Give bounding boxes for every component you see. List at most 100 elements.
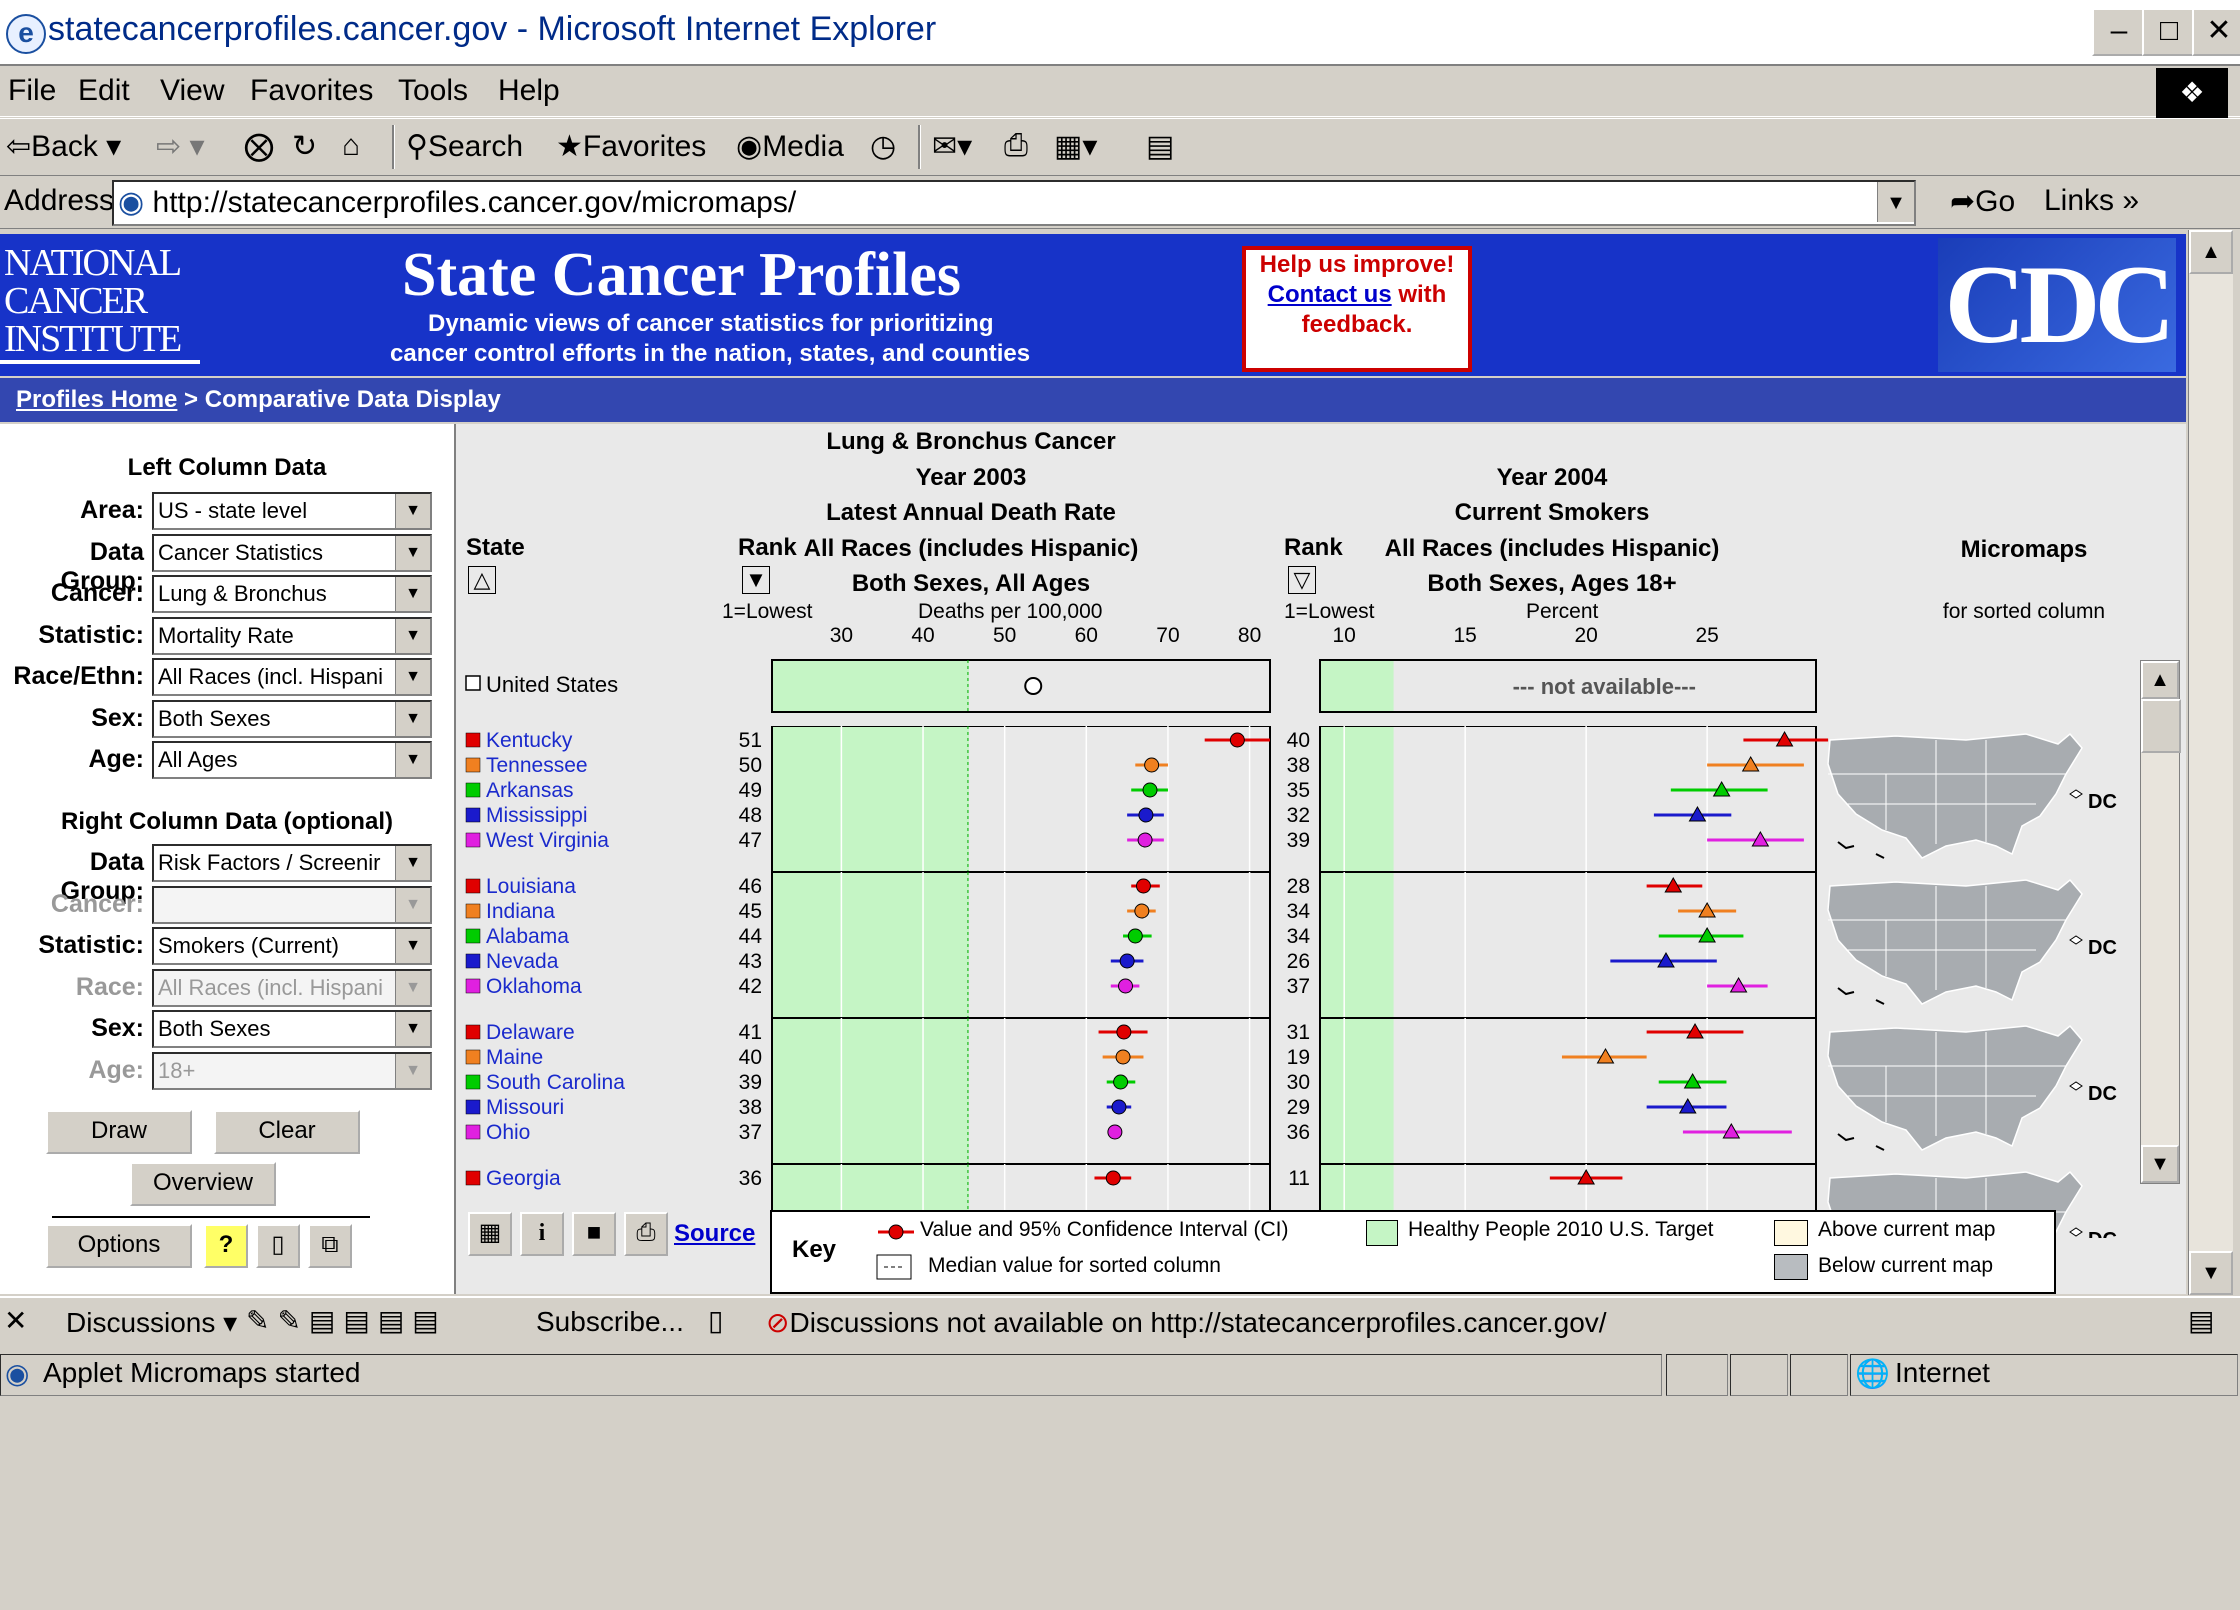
contact-us-link[interactable]: Contact us: [1268, 281, 1392, 308]
site-title: State Cancer Profiles: [402, 241, 961, 309]
left-rank-value: 41: [739, 1021, 762, 1044]
left-value-point: [1137, 832, 1153, 848]
clear-button[interactable]: Clear: [214, 1110, 360, 1154]
right-rank-value: 36: [1287, 1121, 1310, 1144]
sort-left-rank-icon[interactable]: ▼: [742, 566, 770, 594]
table-icon[interactable]: ▦: [468, 1212, 512, 1256]
field-select[interactable]: US - state level ▼: [152, 492, 432, 530]
print-icon[interactable]: ⎙: [1004, 129, 1028, 163]
save-icon[interactable]: ■: [572, 1212, 616, 1256]
media-button[interactable]: ◉Media: [736, 129, 844, 164]
ie-icon: e: [6, 14, 46, 54]
discussions-button[interactable]: Discussions ▾: [66, 1306, 237, 1339]
overview-button[interactable]: Overview: [130, 1162, 276, 1206]
us-map-shape: [1827, 878, 2083, 1005]
left-rank-value: 43: [739, 950, 762, 973]
source-link[interactable]: Source: [674, 1220, 755, 1248]
page-icon[interactable]: ▯: [256, 1224, 300, 1268]
plot-scroll-thumb[interactable]: [2141, 699, 2181, 753]
field-label: Race/Ethn:: [13, 662, 144, 690]
field-select[interactable]: Both Sexes ▼: [152, 699, 432, 738]
mail-icon[interactable]: ✉▾: [932, 129, 972, 164]
state-name: Georgia: [486, 1167, 561, 1190]
left-rank-value: 45: [739, 900, 762, 923]
links-button[interactable]: Links »: [2044, 184, 2139, 218]
address-url: http://statecancerprofiles.cancer.gov/mi…: [152, 186, 797, 219]
field-select[interactable]: Cancer Statistics ▼: [152, 533, 432, 572]
search-button[interactable]: ⚲Search: [406, 129, 523, 164]
field-select[interactable]: Lung & Bronchus ▼: [152, 575, 432, 613]
help-icon[interactable]: ?: [204, 1224, 248, 1268]
menu-tools[interactable]: Tools: [398, 74, 468, 108]
print-icon[interactable]: ⎙: [624, 1212, 668, 1256]
options-button[interactable]: Options: [46, 1224, 192, 1268]
plot-scrollbar[interactable]: ▲ ▼: [2140, 660, 2181, 1184]
left-value-point: [1134, 903, 1150, 919]
field-select[interactable]: Both Sexes ▼: [152, 1010, 432, 1048]
info-icon[interactable]: i: [520, 1212, 564, 1256]
left-value-point: [1119, 953, 1135, 969]
field-value: Mortality Rate: [158, 622, 294, 648]
nci-logo[interactable]: NATIONAL CANCER INSTITUTE: [0, 240, 210, 370]
left-tick-label: 50: [993, 624, 1016, 647]
maximize-button[interactable]: □: [2142, 8, 2196, 56]
state-color-chip: [465, 757, 481, 773]
state-name: Alabama: [486, 925, 569, 948]
field-select[interactable]: Smokers (Current) ▼: [152, 927, 432, 965]
draw-button[interactable]: Draw: [46, 1110, 192, 1154]
close-button[interactable]: ✕: [2192, 8, 2240, 56]
dc-label: DC: [2088, 791, 2117, 813]
plot-scroll-up-icon[interactable]: ▲: [2141, 661, 2179, 699]
subscribe-button[interactable]: Subscribe...: [536, 1306, 684, 1338]
address-input[interactable]: ◉ http://statecancerprofiles.cancer.gov/…: [112, 180, 1916, 226]
left-rank-value: 40: [739, 1046, 762, 1069]
menu-favorites[interactable]: Favorites: [250, 74, 373, 108]
copy-icon[interactable]: ⧉: [308, 1224, 352, 1268]
sort-right-rank-icon[interactable]: ▽: [1288, 566, 1316, 594]
field-select[interactable]: All Races (incl. Hispani ▼: [152, 658, 432, 696]
left-title-5: Both Sexes, All Ages: [851, 570, 1091, 597]
state-color-chip: [465, 832, 481, 848]
close-discussions-icon[interactable]: ✕: [4, 1304, 27, 1337]
menu-file[interactable]: File: [8, 74, 56, 108]
favorites-button[interactable]: ★Favorites: [556, 129, 706, 164]
stop-icon[interactable]: ⨂: [244, 129, 274, 164]
field-select[interactable]: All Ages ▼: [152, 741, 432, 779]
page-scrollbar[interactable]: ▲ ▼: [2188, 230, 2233, 1295]
menu-help[interactable]: Help: [498, 74, 560, 108]
scroll-down-icon[interactable]: ▼: [2189, 1251, 2233, 1295]
notes-icon[interactable]: ▤: [1146, 129, 1174, 164]
scroll-up-icon[interactable]: ▲: [2189, 230, 2233, 274]
history-icon[interactable]: ◷: [870, 129, 896, 164]
refresh-icon[interactable]: ↻: [292, 129, 317, 164]
discussions-help-icon[interactable]: ▤: [2188, 1304, 2214, 1337]
left-target-band: [773, 727, 969, 871]
address-dropdown-icon[interactable]: ▼: [1877, 182, 1914, 222]
sort-state-icon[interactable]: △: [468, 566, 496, 594]
field-select[interactable]: Mortality Rate ▼: [152, 616, 432, 655]
left-value-point: [1135, 878, 1151, 894]
field-select[interactable]: Risk Factors / Screenir ▼: [152, 844, 432, 882]
right-rank-value: 39: [1287, 829, 1310, 852]
home-icon[interactable]: ⌂: [342, 129, 360, 163]
profiles-home-link[interactable]: Profiles Home: [16, 386, 177, 413]
discussion-tools-icons[interactable]: ✎✎▤▤▤▤: [246, 1304, 447, 1337]
pane-icon[interactable]: ▯: [708, 1304, 723, 1337]
window-title-bar[interactable]: e statecancerprofiles.cancer.gov - Micro…: [0, 0, 2240, 66]
right-rank-value: 26: [1287, 950, 1310, 973]
edit-icon[interactable]: ▦▾: [1054, 129, 1097, 164]
back-button[interactable]: ⇦Back ▾: [6, 129, 121, 164]
forward-button[interactable]: ⇨ ▾: [156, 129, 205, 164]
ak-hi-shape: [1837, 841, 1885, 859]
right-column-title: Right Column Data (optional): [61, 808, 393, 835]
go-button[interactable]: ➦Go: [1950, 184, 2015, 219]
menu-edit[interactable]: Edit: [78, 74, 130, 108]
address-label: Address: [4, 184, 115, 217]
dropdown-arrow-icon: ▼: [395, 535, 430, 570]
state-name: Maine: [486, 1046, 543, 1069]
not-available-label: --- not available---: [1513, 674, 1696, 699]
cdc-logo[interactable]: CDC: [1938, 238, 2176, 372]
minimize-button[interactable]: –: [2092, 8, 2146, 56]
plot-scroll-down-icon[interactable]: ▼: [2141, 1145, 2179, 1183]
menu-view[interactable]: View: [160, 74, 224, 108]
